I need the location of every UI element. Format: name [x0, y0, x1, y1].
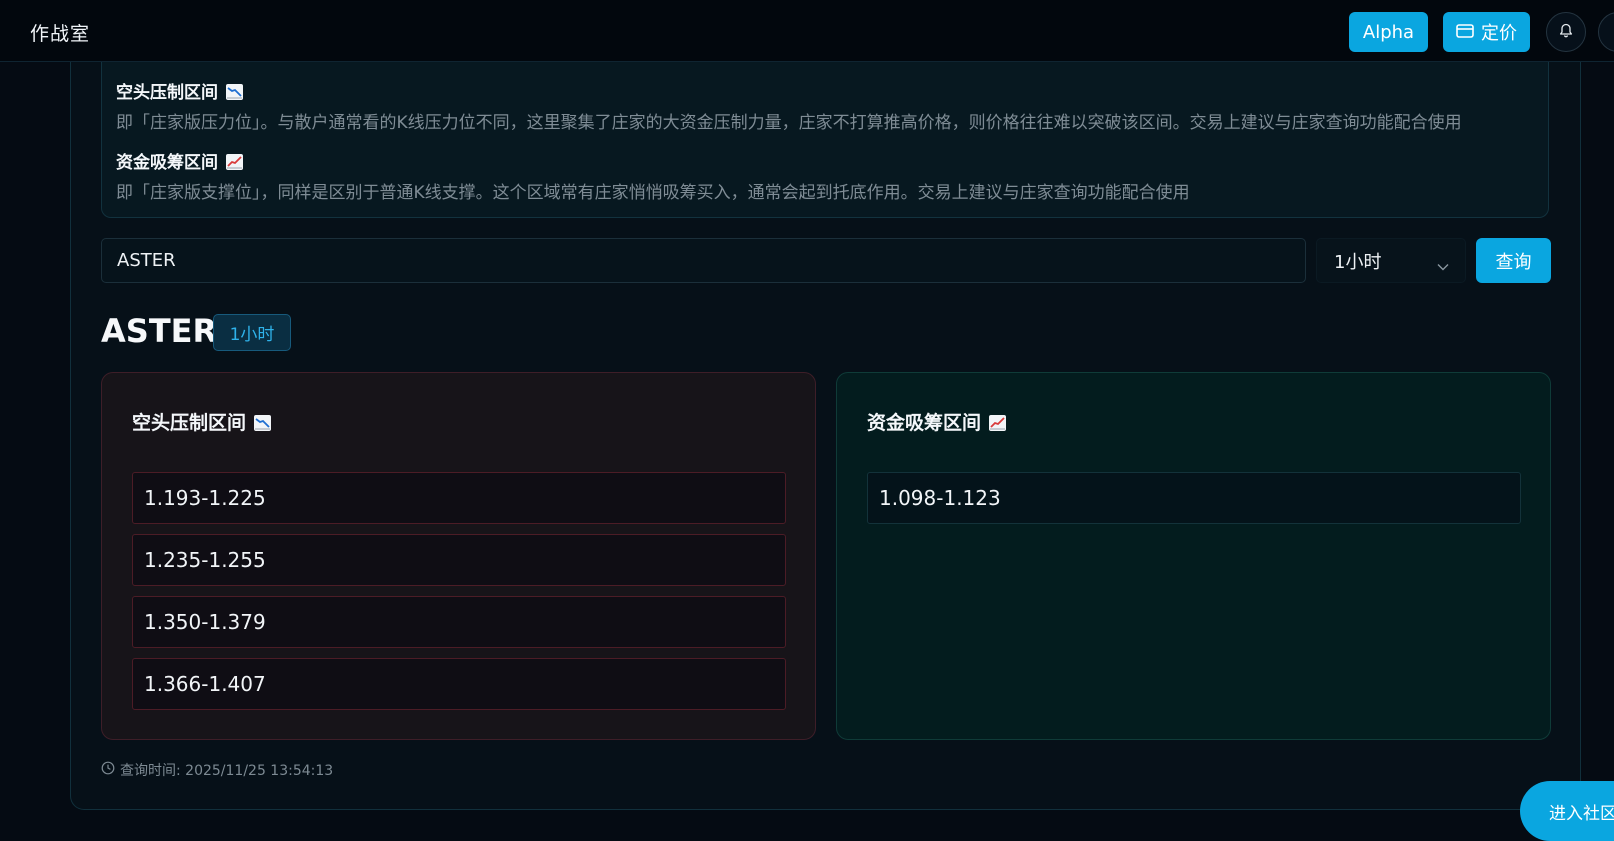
pricing-button[interactable]: 定价 — [1443, 12, 1530, 52]
bear-zone-row: 1.350-1.379 — [132, 596, 786, 648]
interval-select-value: 1小时 — [1334, 251, 1382, 273]
bull-card-title: 资金吸筹区间 — [867, 408, 1007, 435]
info-bull-title-text: 资金吸筹区间 — [116, 153, 218, 173]
top-header: 作战室 Alpha 定价 — [0, 0, 1614, 62]
query-button[interactable]: 查询 — [1476, 238, 1551, 283]
notification-button[interactable] — [1546, 12, 1586, 52]
info-bear-title-text: 空头压制区间 — [116, 83, 218, 103]
avatar[interactable] — [1598, 12, 1614, 52]
bear-zone-row: 1.193-1.225 — [132, 472, 786, 524]
bear-zone-card: 空头压制区间 1.193-1.225 1.235-1.255 1.350-1.3… — [101, 372, 816, 740]
query-time-text: 查询时间: 2025/11/25 13:54:13 — [120, 763, 334, 779]
symbol-search-input[interactable] — [101, 238, 1306, 283]
bear-zone-row: 1.235-1.255 — [132, 534, 786, 586]
bull-zone-row: 1.098-1.123 — [867, 472, 1521, 524]
pricing-label: 定价 — [1481, 23, 1517, 44]
info-bear-description: 即「庄家版压力位」。与散户通常看的K线压力位不同，这里聚集了庄家的大资金压制力量… — [116, 113, 1462, 133]
community-button[interactable]: 进入社区 — [1520, 781, 1614, 841]
bear-zone-row: 1.366-1.407 — [132, 658, 786, 710]
chart-increasing-icon — [226, 154, 243, 170]
chart-decreasing-icon — [226, 84, 243, 100]
result-symbol-title: ASTER — [101, 312, 218, 350]
alpha-button[interactable]: Alpha — [1349, 12, 1428, 52]
bull-card-title-text: 资金吸筹区间 — [867, 412, 982, 434]
card-icon — [1456, 22, 1474, 43]
info-bull-title: 资金吸筹区间 — [116, 148, 243, 173]
bull-zone-card: 资金吸筹区间 1.098-1.123 — [836, 372, 1551, 740]
info-bull-description: 即「庄家版支撑位」，同样是区别于普通K线支撑。这个区域常有庄家悄悄吸筹买入，通常… — [116, 183, 1190, 203]
interval-select[interactable]: 1小时 — [1316, 238, 1466, 283]
chevron-down-icon — [1437, 255, 1449, 276]
query-time: 查询时间: 2025/11/25 13:54:13 — [101, 760, 333, 780]
brand-title[interactable]: 作战室 — [30, 19, 90, 46]
info-bear-title: 空头压制区间 — [116, 78, 243, 103]
bell-icon — [1559, 23, 1573, 42]
clock-icon — [101, 761, 115, 779]
interval-badge: 1小时 — [213, 314, 291, 351]
chart-decreasing-icon — [254, 415, 272, 431]
bear-card-title-text: 空头压制区间 — [132, 412, 247, 434]
chart-increasing-icon — [989, 415, 1007, 431]
bear-card-title: 空头压制区间 — [132, 408, 272, 435]
